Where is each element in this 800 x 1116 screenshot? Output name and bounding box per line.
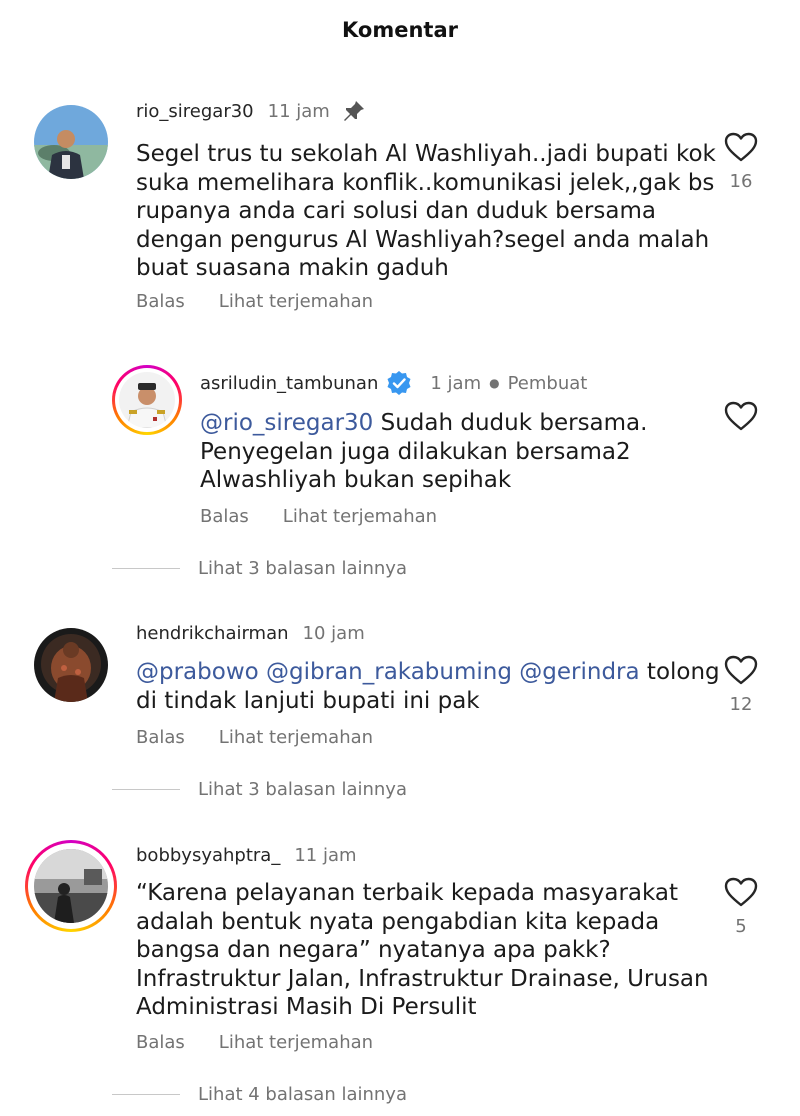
pin-icon bbox=[342, 99, 366, 123]
view-more-replies-button[interactable]: Lihat 3 balasan lainnya bbox=[112, 558, 407, 579]
heart-outline-icon[interactable] bbox=[723, 654, 759, 690]
divider bbox=[112, 568, 180, 569]
like-control: 16 bbox=[721, 131, 761, 192]
divider bbox=[112, 1094, 180, 1095]
story-ring[interactable] bbox=[25, 840, 117, 932]
story-ring[interactable] bbox=[112, 365, 182, 435]
creator-label: Pembuat bbox=[507, 372, 588, 394]
comment-actions: Balas Lihat terjemahan bbox=[136, 1032, 373, 1053]
view-more-replies-button[interactable]: Lihat 3 balasan lainnya bbox=[112, 779, 407, 800]
comment-meta: hendrikchairman 10 jam bbox=[136, 623, 365, 644]
comment-text: @prabowo @gibran_rakabuming @gerindra to… bbox=[136, 659, 720, 714]
timestamp: 1 jam bbox=[430, 372, 482, 394]
see-translation-button[interactable]: Lihat terjemahan bbox=[219, 291, 373, 312]
heart-outline-icon[interactable] bbox=[723, 400, 759, 436]
like-control: 5 bbox=[721, 876, 761, 937]
timestamp: 11 jam bbox=[294, 845, 357, 866]
username[interactable]: bobbysyahptra_ bbox=[136, 845, 280, 866]
timestamp: 10 jam bbox=[302, 623, 365, 644]
comment-actions: Balas Lihat terjemahan bbox=[136, 291, 373, 312]
comment-text: Segel trus tu sekolah Al Washliyah..jadi… bbox=[136, 141, 716, 281]
heart-outline-icon[interactable] bbox=[723, 876, 759, 912]
like-control bbox=[721, 400, 761, 436]
username[interactable]: hendrikchairman bbox=[136, 623, 289, 644]
reply-button[interactable]: Balas bbox=[200, 506, 249, 527]
verified-badge-icon bbox=[386, 370, 412, 396]
like-count: 16 bbox=[729, 171, 753, 192]
see-translation-button[interactable]: Lihat terjemahan bbox=[219, 727, 373, 748]
mention-link[interactable]: @prabowo bbox=[136, 659, 259, 685]
comment-meta: asriludin_tambunan 1 jam ● Pembuat bbox=[200, 370, 587, 396]
comments-sheet-header: Komentar bbox=[0, 0, 800, 70]
comment-actions: Balas Lihat terjemahan bbox=[136, 727, 373, 748]
username[interactable]: rio_siregar30 bbox=[136, 101, 254, 122]
comment-actions: Balas Lihat terjemahan bbox=[200, 506, 437, 527]
like-count: 5 bbox=[735, 916, 747, 937]
view-more-replies-button[interactable]: Lihat 4 balasan lainnya bbox=[112, 1084, 407, 1105]
mention-link[interactable]: @rio_siregar30 bbox=[200, 410, 373, 436]
comment-meta: bobbysyahptra_ 11 jam bbox=[136, 845, 357, 866]
mention-link[interactable]: @gibran_rakabuming bbox=[266, 659, 512, 685]
avatar[interactable] bbox=[34, 628, 108, 702]
avatar[interactable] bbox=[34, 105, 108, 179]
heart-outline-icon[interactable] bbox=[723, 131, 759, 167]
reply-button[interactable]: Balas bbox=[136, 727, 185, 748]
reply-button[interactable]: Balas bbox=[136, 291, 185, 312]
like-control: 12 bbox=[721, 654, 761, 715]
mention-link[interactable]: @gerindra bbox=[519, 659, 639, 685]
avatar[interactable] bbox=[119, 372, 175, 428]
comment-text: @rio_siregar30 Sudah duduk bersama. Peny… bbox=[200, 410, 648, 493]
see-translation-button[interactable]: Lihat terjemahan bbox=[283, 506, 437, 527]
divider bbox=[112, 789, 180, 790]
see-translation-button[interactable]: Lihat terjemahan bbox=[219, 1032, 373, 1053]
comment-text: “Karena pelayanan terbaik kepada masyara… bbox=[136, 880, 709, 1020]
sheet-title: Komentar bbox=[342, 18, 458, 42]
username[interactable]: asriludin_tambunan bbox=[200, 373, 378, 394]
avatar[interactable] bbox=[34, 849, 108, 923]
timestamp: 11 jam bbox=[267, 100, 330, 122]
comment-meta: rio_siregar30 11 jam bbox=[136, 99, 366, 123]
reply-button[interactable]: Balas bbox=[136, 1032, 185, 1053]
like-count: 12 bbox=[729, 694, 753, 715]
